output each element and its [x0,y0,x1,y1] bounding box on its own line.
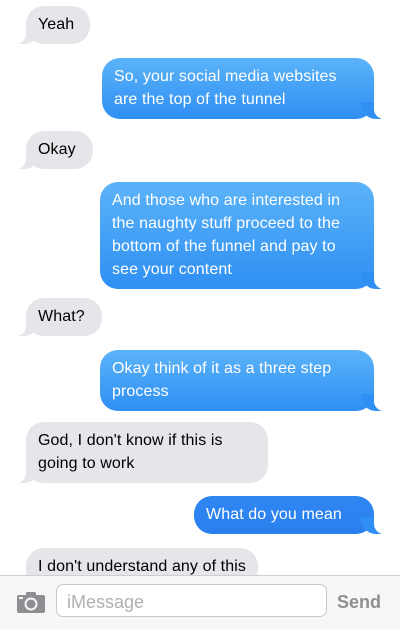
message-text: So, your social media websites are the t… [114,68,337,108]
message-input[interactable]: iMessage [56,584,327,617]
message-text: Okay [38,141,76,158]
sent-message: What do you mean [194,496,384,534]
message-composer: iMessage Send [0,575,400,630]
message-text: Yeah [38,16,75,33]
received-message: Yeah [16,6,90,44]
message-text: What? [38,308,85,325]
message-text: Okay think of it as a three step process [112,360,332,400]
camera-icon[interactable] [16,591,46,614]
message-text: God, I don't know if this is going to wo… [38,432,223,472]
received-message: I don't understand any of this [16,548,258,575]
received-message: What? [16,298,102,336]
received-message: Okay [16,131,93,169]
messages-screen: Yeah So, your social media websites are … [0,0,400,630]
received-message: God, I don't know if this is going to wo… [16,422,268,483]
sent-message: Okay think of it as a three step process [100,350,384,411]
message-text: And those who are interested in the naug… [112,192,341,278]
send-button[interactable]: Send [337,592,381,613]
message-thread[interactable]: Yeah So, your social media websites are … [0,0,400,575]
message-text: What do you mean [206,506,342,523]
sent-message: And those who are interested in the naug… [100,182,384,289]
sent-message: So, your social media websites are the t… [102,58,384,119]
message-text: I don't understand any of this [38,558,246,575]
